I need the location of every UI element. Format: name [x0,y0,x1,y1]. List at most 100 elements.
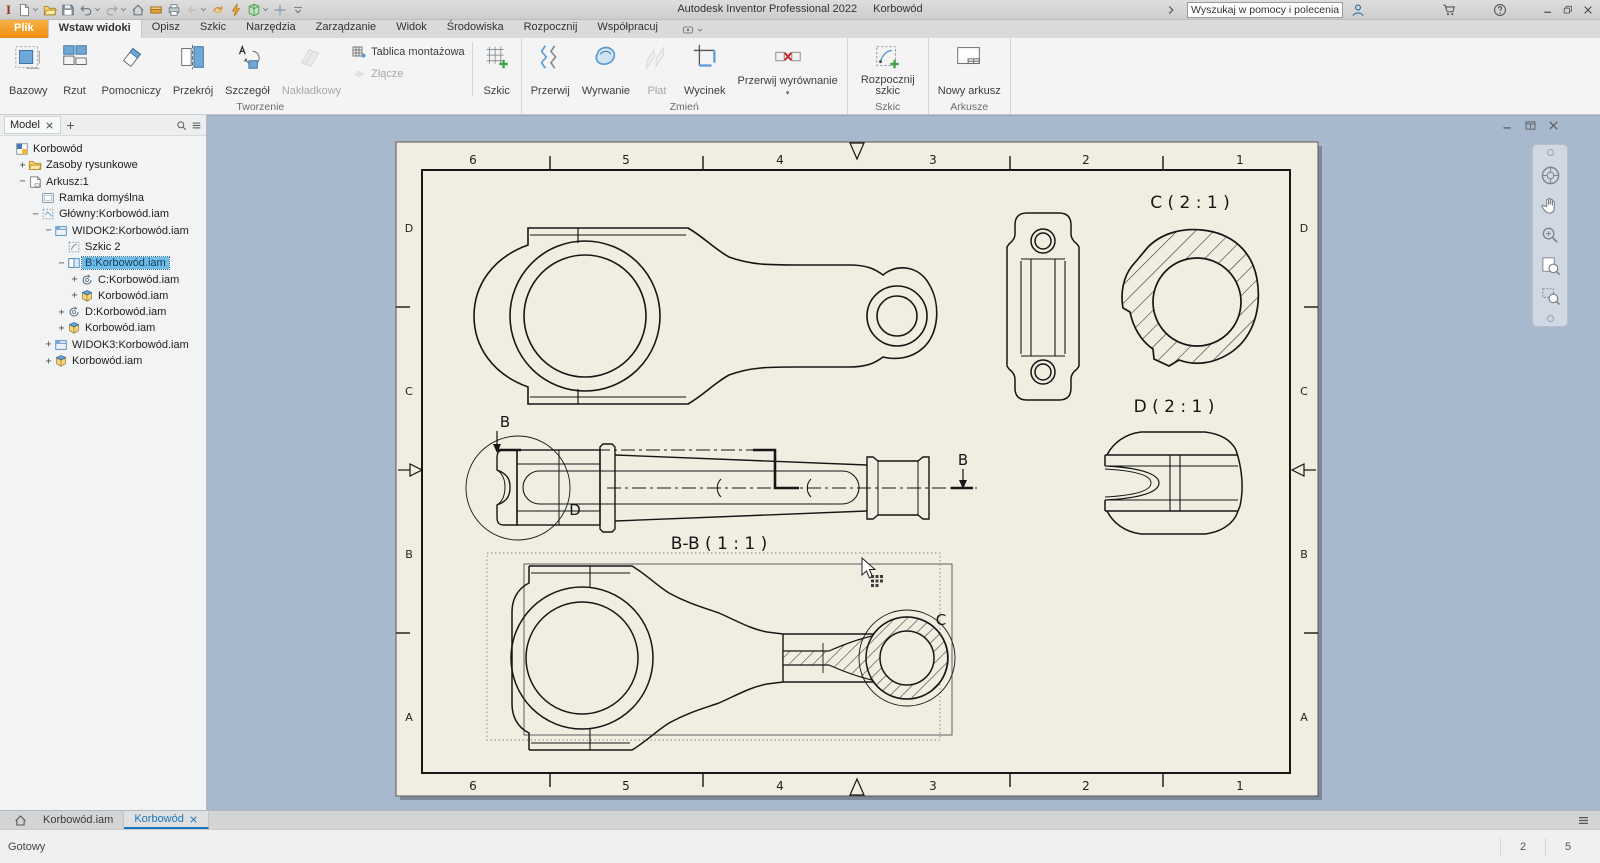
tree-expander-icon[interactable]: + [69,290,80,301]
qat-save-icon[interactable] [61,3,75,17]
sign-in-person-icon[interactable] [1351,3,1366,17]
doc-close-icon[interactable] [1547,119,1560,132]
model-tree: Korbowód+Zasoby rysunkowe−Arkusz:1Ramka … [0,136,206,369]
browser-tab-close-icon[interactable] [44,120,55,131]
tree-item[interactable]: Korbowód [0,141,206,157]
tree-item[interactable]: +C:Korbowód.iam [0,271,206,287]
tree-item[interactable]: −Główny:Korbowód.iam [0,206,206,222]
ribbon-button-przerwij[interactable]: Przerwij [525,38,576,100]
tree-item[interactable]: +Korbowód.iam [0,353,206,369]
ribbon-button-szkic[interactable]: Szkic [476,38,518,100]
assembly-icon [67,321,81,335]
ribbon-tab-opisz[interactable]: Opisz [142,19,190,37]
tree-expander-icon[interactable]: + [43,356,54,367]
tree-expander-icon[interactable]: + [69,274,80,285]
minimize-button[interactable] [1542,4,1554,16]
file-tab[interactable]: Plik [0,20,48,38]
ribbon-button-płat[interactable]: Płat [636,38,678,100]
nav-zoom-window-icon[interactable] [1540,285,1561,306]
qat-redo-icon[interactable] [105,3,127,17]
doc-tab-korbowód.iam[interactable]: Korbowód.iam [33,811,124,829]
qat-overflow-caret-icon[interactable] [291,3,305,17]
doc-restore-icon[interactable] [1524,119,1537,132]
tree-item[interactable]: +Korbowód.iam [0,320,206,336]
ribbon-button-pomocniczy[interactable]: Pomocniczy [96,38,167,100]
graphics-canvas[interactable]: 654321 654321 DCBA DCBA [207,115,1600,810]
qat-new-file-icon[interactable] [17,3,39,17]
navbar-handle-bottom[interactable] [1547,315,1554,322]
tree-item[interactable]: −B:Korbowód.iam [0,255,206,271]
tree-expander-icon[interactable]: − [43,225,54,236]
qat-material-swatch-icon[interactable] [149,3,163,17]
search-input[interactable] [1187,2,1343,18]
ribbon-button-wycinek[interactable]: Wycinek [678,38,731,100]
tree-item[interactable]: +Korbowód.iam [0,288,206,304]
nav-pan-hand-icon[interactable] [1540,195,1561,216]
ribbon-button-przekrój[interactable]: Przekrój [167,38,219,100]
tree-item[interactable]: Ramka domyślna [0,190,206,206]
ribbon-tab-szkic[interactable]: Szkic [190,19,236,37]
browser-add-tab-icon[interactable] [65,120,76,131]
ribbon-button-złącze[interactable]: Złącze [351,66,465,82]
tree-item[interactable]: −Arkusz:1 [0,174,206,190]
nav-zoom-all-icon[interactable] [1540,255,1561,276]
doc-tab-korbowód[interactable]: Korbowód [124,811,209,829]
browser-tab-model[interactable]: Model [4,116,61,134]
tab-bar-menu-icon[interactable] [1567,811,1600,829]
ribbon-button-rzut[interactable]: Rzut [54,38,96,100]
qat-component-icon[interactable] [247,3,269,17]
tree-item[interactable]: −WIDOK2:Korbowód.iam [0,222,206,238]
ribbon-tab-narz-dzia[interactable]: Narzędzia [236,19,306,37]
ribbon-tab-zarz-dzanie[interactable]: Zarządzanie [306,19,387,37]
tree-item[interactable]: +WIDOK3:Korbowód.iam [0,337,206,353]
ribbon-button-przerwij-wyrównanie[interactable]: Przerwij wyrównanie▾ [731,38,843,100]
ribbon-tab-widok[interactable]: Widok [386,19,437,37]
tree-expander-icon[interactable]: + [43,339,54,350]
ribbon-button-bazowy[interactable]: Bazowy [3,38,54,100]
tree-item[interactable]: +D:Korbowód.iam [0,304,206,320]
nav-zoom-icon[interactable] [1540,225,1561,246]
ribbon-tab-wsp-pracuj[interactable]: Współpracuj [587,19,668,37]
tree-expander-icon[interactable]: − [30,209,41,220]
qat-bolt-icon[interactable] [229,3,243,17]
tree-expander-icon[interactable]: + [17,160,28,171]
tree-expander-icon[interactable]: − [17,176,28,187]
nav-navigation-wheel-icon[interactable] [1540,165,1561,186]
navbar-handle-top[interactable] [1547,149,1554,156]
tree-expander-icon[interactable]: − [56,258,67,269]
qat-undo-icon[interactable] [79,3,101,17]
caret-down-icon [94,6,101,13]
doc-tab-close-icon[interactable] [189,815,198,824]
ribbon-button-nowy-arkusz[interactable]: Nowy arkusz [932,38,1007,100]
ribbon-button-wyrwanie[interactable]: Wyrwanie [576,38,636,100]
ribbon-button-tablica-montażowa[interactable]: Tablica montażowa [351,44,465,60]
ribbon-button-nakładkowy[interactable]: Nakładkowy [276,38,347,100]
close-button[interactable] [1582,4,1594,16]
home-tab-icon[interactable] [8,811,33,829]
help-icon[interactable] [1493,3,1508,17]
ribbon-button-rozpocznij-szkic[interactable]: Rozpocznij szkic [851,38,925,100]
qat-open-folder-icon[interactable] [43,3,57,17]
restore-button[interactable] [1562,4,1574,16]
search-expand-icon[interactable] [1164,3,1179,17]
ribbon-collapse-icon[interactable] [682,24,704,38]
tree-expander-icon[interactable]: + [56,307,67,318]
app-logo-icon[interactable]: I [6,1,11,19]
ribbon-tab--rodowiska[interactable]: Środowiska [437,19,514,37]
qat-home-icon[interactable] [131,3,145,17]
tree-item[interactable]: +Zasoby rysunkowe [0,157,206,173]
ribbon-group-szkic: Rozpocznij szkicSzkic [848,38,929,114]
qat-refresh-icon[interactable] [211,3,225,17]
qat-print-icon[interactable] [167,3,181,17]
ribbon-tab-rozpocznij[interactable]: Rozpocznij [514,19,588,37]
ribbon-button-szczegół[interactable]: Szczegół [219,38,276,100]
browser-search-icon[interactable] [176,120,187,131]
ribbon-tab-wstaw-widoki[interactable]: Wstaw widoki [48,19,142,38]
tree-item[interactable]: Szkic 2 [0,239,206,255]
tree-expander-icon[interactable]: + [56,323,67,334]
qat-back-arrow-icon[interactable] [185,3,207,17]
doc-minimize-icon[interactable] [1501,119,1514,132]
qat-plus-icon[interactable] [273,3,287,17]
app-store-cart-icon[interactable] [1442,3,1457,17]
browser-menu-icon[interactable] [191,120,202,131]
